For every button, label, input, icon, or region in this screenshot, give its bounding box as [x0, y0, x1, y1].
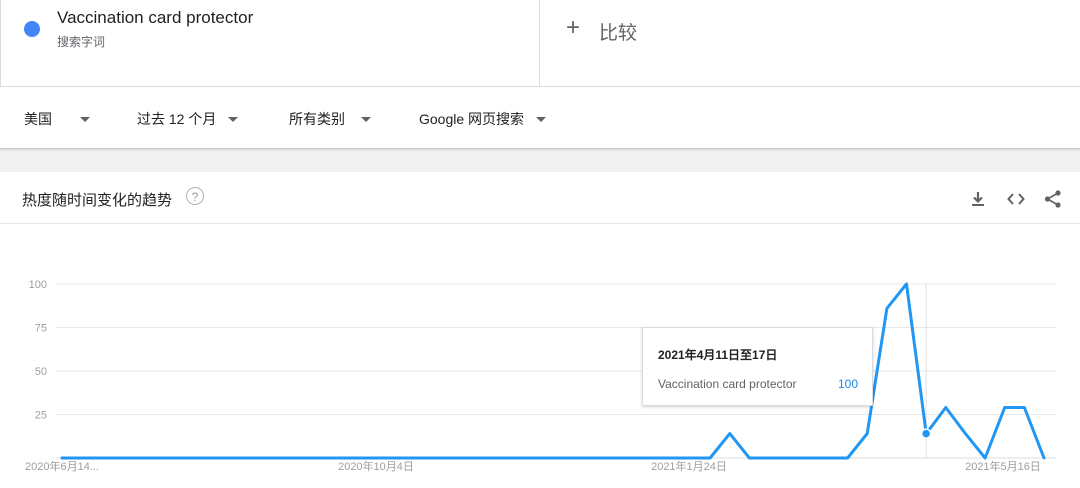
y-tick-label: 50 — [35, 366, 47, 378]
x-tick-label: 2021年5月16日 — [965, 459, 1041, 473]
chart-tooltip: 2021年4月11日至17日 Vaccination card protecto… — [642, 327, 873, 406]
tooltip-term: Vaccination card protector — [658, 377, 797, 391]
y-tick-label: 25 — [35, 410, 47, 422]
tooltip-value: 100 — [837, 377, 858, 391]
highlighted-point — [920, 428, 932, 439]
y-tick-label: 100 — [29, 279, 47, 291]
y-tick-label: 75 — [35, 323, 47, 335]
x-tick-label: 2020年10月4日 — [338, 459, 414, 473]
trend-chart: 100 75 50 25 2020年6月14... 2020年10月4日 2021年1月24… — [25, 279, 1056, 473]
x-tick-label: 2021年1月24日 — [651, 459, 727, 473]
tooltip-date: 2021年4月11日至17日 — [658, 348, 778, 362]
x-tick-label: 2020年6月14... — [25, 459, 99, 473]
